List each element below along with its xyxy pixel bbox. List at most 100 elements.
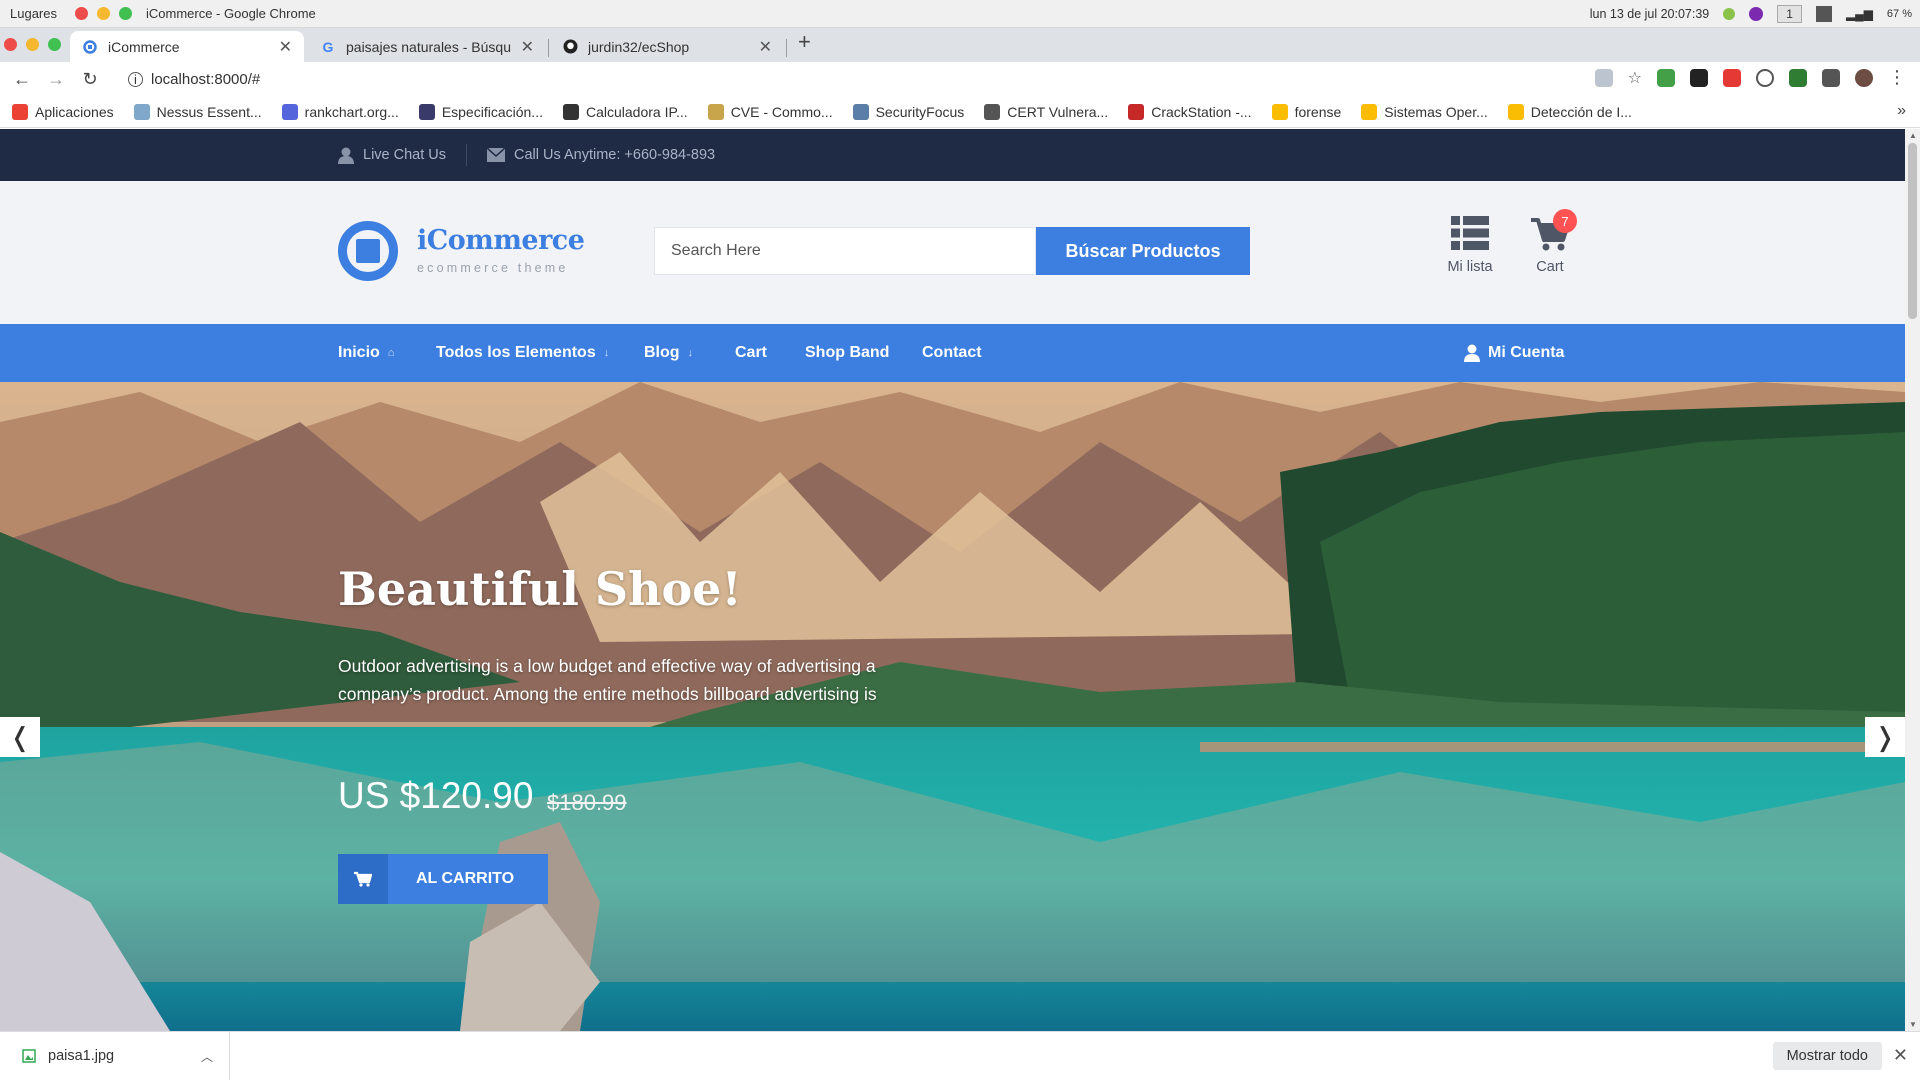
envelope-icon	[487, 148, 506, 162]
tab-github[interactable]: jurdin32/ecShop ✕	[550, 31, 784, 62]
nav-inicio[interactable]: Inicio ⌂	[338, 324, 394, 382]
wifi-icon[interactable]: ▂▄▆	[1846, 7, 1873, 21]
bookmark-item[interactable]: SecurityFocus	[852, 103, 965, 120]
show-all-button[interactable]: Mostrar todo	[1772, 1042, 1882, 1070]
bookmark-favicon-icon	[133, 103, 150, 120]
remote-icon[interactable]	[1815, 6, 1832, 22]
bookmarks-bar: Aplicaciones Nessus Essent... rankchart.or…	[0, 96, 1920, 128]
tab-close-icon[interactable]: ✕	[279, 37, 292, 57]
nav-cart[interactable]: Cart	[735, 324, 767, 382]
tab-label: iCommerce	[108, 38, 180, 55]
bookmark-item[interactable]: CVE - Commo...	[707, 103, 833, 120]
search-input[interactable]	[654, 227, 1036, 275]
minimize-window-button[interactable]	[96, 7, 110, 20]
slider-prev-button[interactable]: ❬	[0, 717, 40, 757]
extensions-puzzle-icon[interactable]	[1822, 68, 1840, 87]
google-icon: G	[322, 38, 334, 55]
logo-icon[interactable]	[338, 221, 398, 281]
update-icon[interactable]	[1723, 8, 1736, 20]
page-scrollbar[interactable]: ▲ ▼	[1905, 129, 1920, 1031]
bookmark-item[interactable]: Calculadora IP...	[562, 103, 688, 120]
extension-chat-icon[interactable]	[1657, 68, 1675, 87]
browser-menu-icon[interactable]: ⋮	[1888, 67, 1906, 88]
call-link[interactable]: Call Us Anytime: +660-984-893	[487, 147, 715, 163]
scroll-down-icon[interactable]: ▼	[1909, 1020, 1917, 1029]
extension-720-icon[interactable]	[1723, 68, 1741, 87]
close-icon[interactable]	[4, 38, 17, 51]
hero-text: Outdoor advertising is a low budget and …	[338, 656, 877, 704]
tab-icommerce[interactable]: iCommerce ✕	[70, 31, 304, 62]
tab-close-icon[interactable]: ✕	[521, 37, 534, 57]
info-icon[interactable]: i	[128, 71, 143, 87]
main-nav: Inicio ⌂ Todos los Elementos ↓ Blog ↓ Ca…	[0, 324, 1905, 382]
bookmark-item[interactable]: rankchart.org...	[281, 103, 399, 120]
nav-mi-cuenta[interactable]: Mi Cuenta	[1464, 324, 1564, 382]
add-to-cart-button[interactable]: AL CARRITO	[338, 854, 548, 904]
tab-paisajes[interactable]: G paisajes naturales - Búsqu ✕	[308, 31, 546, 62]
bookmark-item[interactable]: Sistemas Oper...	[1361, 103, 1488, 120]
nav-label: Contact	[922, 344, 982, 361]
search-button[interactable]: Búscar Productos	[1036, 227, 1250, 275]
close-icon[interactable]: ✕	[1893, 1045, 1908, 1066]
reload-icon[interactable]: ↻	[78, 67, 102, 91]
maximize-window-button[interactable]	[118, 7, 132, 20]
hero-old-price: $180.99	[547, 790, 627, 815]
bookmark-label: Aplicaciones	[35, 103, 114, 120]
maximize-icon[interactable]	[48, 38, 61, 51]
bookmark-item[interactable]: Nessus Essent...	[133, 103, 262, 120]
more-bookmarks-icon[interactable]: »	[1897, 102, 1906, 120]
scroll-up-icon[interactable]: ▲	[1909, 131, 1917, 140]
back-icon[interactable]: ←	[10, 67, 34, 91]
bookmark-star-icon[interactable]: ☆	[1628, 68, 1642, 88]
new-tab-icon[interactable]: +	[798, 29, 811, 55]
download-item[interactable]: paisa1.jpg ︿	[22, 1031, 230, 1080]
chevron-up-icon[interactable]: ︿	[201, 1048, 213, 1065]
bookmark-favicon-icon	[852, 103, 869, 120]
bookmark-item[interactable]: CERT Vulnera...	[984, 103, 1108, 120]
close-window-button[interactable]	[74, 7, 88, 20]
extension-shield-icon[interactable]	[1789, 68, 1807, 87]
extension-bird-icon[interactable]	[1690, 68, 1708, 87]
places-menu[interactable]: Lugares	[10, 6, 57, 21]
logo-name[interactable]: iCommerce	[417, 225, 585, 256]
bookmark-item[interactable]: CrackStation -...	[1128, 103, 1252, 120]
nav-contact[interactable]: Contact	[922, 324, 982, 382]
scroll-thumb[interactable]	[1908, 143, 1917, 319]
bookmark-favicon-icon	[984, 103, 1001, 120]
bookmark-label: SecurityFocus	[875, 103, 965, 120]
clock[interactable]: lun 13 de jul 20:07:39	[1590, 7, 1710, 21]
bookmark-label: CrackStation -...	[1151, 103, 1252, 120]
bookmark-label: Detección de I...	[1530, 103, 1632, 120]
user-icon	[338, 147, 354, 164]
translate-icon[interactable]	[1594, 68, 1613, 87]
live-chat-label: Live Chat Us	[363, 147, 447, 163]
bookmark-item[interactable]: forense	[1271, 103, 1341, 120]
firefox-icon[interactable]	[1749, 7, 1764, 21]
forward-icon[interactable]: →	[44, 67, 68, 91]
nav-shop-band[interactable]: Shop Band	[805, 324, 889, 382]
nav-blog[interactable]: Blog ↓	[644, 324, 693, 382]
tab-close-icon[interactable]: ✕	[759, 37, 772, 57]
minimize-icon[interactable]	[26, 38, 39, 51]
profile-avatar[interactable]	[1855, 68, 1873, 87]
bookmark-item[interactable]: Especificación...	[418, 103, 543, 120]
icommerce-favicon-icon	[82, 39, 98, 55]
wishlist-link[interactable]: Mi lista	[1430, 216, 1510, 275]
nav-todos-los-elementos[interactable]: Todos los Elementos ↓	[436, 324, 609, 382]
cart-link[interactable]: 7 Cart	[1510, 209, 1590, 275]
url-text[interactable]: localhost:8000/#	[151, 71, 260, 88]
address-bar[interactable]: i localhost:8000/#	[128, 71, 260, 88]
cart-count-badge: 7	[1553, 209, 1577, 233]
bookmark-item[interactable]: Detección de I...	[1507, 103, 1632, 120]
hero-slider: Beautiful Shoe! Outdoor advertising is a…	[0, 382, 1905, 1031]
slider-next-button[interactable]: ❭	[1865, 717, 1905, 757]
logo-tagline: ecommerce theme	[417, 261, 569, 275]
live-chat-link[interactable]: Live Chat Us	[338, 147, 446, 164]
bookmark-favicon-icon	[281, 103, 298, 120]
system-tray: lun 13 de jul 20:07:39 1 ▂▄▆ 67 %	[1590, 0, 1912, 28]
battery-icon[interactable]: 67 %	[1887, 8, 1912, 20]
workspace-indicator[interactable]: 1	[1777, 5, 1802, 23]
bookmark-item[interactable]: Aplicaciones	[12, 103, 114, 120]
download-filename: paisa1.jpg	[48, 1048, 115, 1064]
extension-circle-icon[interactable]	[1756, 68, 1774, 87]
